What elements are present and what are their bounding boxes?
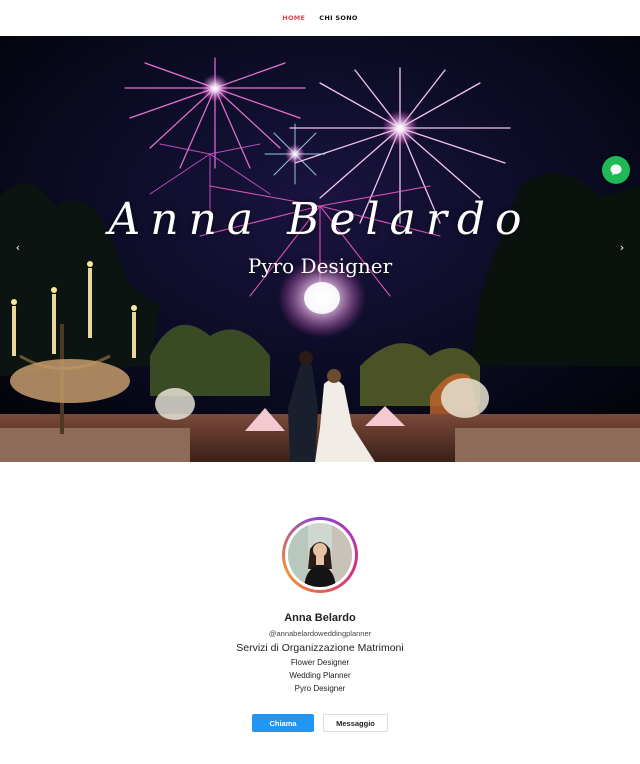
service-item: Flower Designer xyxy=(290,658,350,667)
avatar-frame xyxy=(285,520,355,590)
chat-bubble-icon xyxy=(610,164,622,176)
chevron-right-icon[interactable]: › xyxy=(614,240,630,256)
chevron-left-icon[interactable]: ‹ xyxy=(10,240,26,256)
nav-link-chi-sono[interactable]: CHI SONO xyxy=(319,14,357,22)
hero-subtitle: Pyro Designer xyxy=(247,254,393,278)
profile-name: Anna Belardo xyxy=(284,612,356,624)
nav-link-home[interactable]: HOME xyxy=(282,14,305,22)
profile-headline: Servizi di Organizzazione Matrimoni xyxy=(236,642,404,654)
hero-slider: Anna Belardo Pyro Designer ‹ › xyxy=(0,36,640,462)
call-button[interactable]: Chiama xyxy=(252,714,314,732)
service-item: Pyro Designer xyxy=(294,684,346,693)
avatar-photo xyxy=(288,523,352,587)
service-item: Wedding Planner xyxy=(289,671,351,680)
chat-button[interactable] xyxy=(602,156,630,184)
top-navigation: HOME CHI SONO xyxy=(0,0,640,36)
message-button[interactable]: Messaggio xyxy=(323,714,388,732)
profile-handle: @annabelardoweddingplanner xyxy=(268,629,372,638)
hero-fireworks-image xyxy=(0,36,640,462)
hero-title: Anna Belardo xyxy=(108,194,532,245)
avatar[interactable] xyxy=(282,517,358,593)
